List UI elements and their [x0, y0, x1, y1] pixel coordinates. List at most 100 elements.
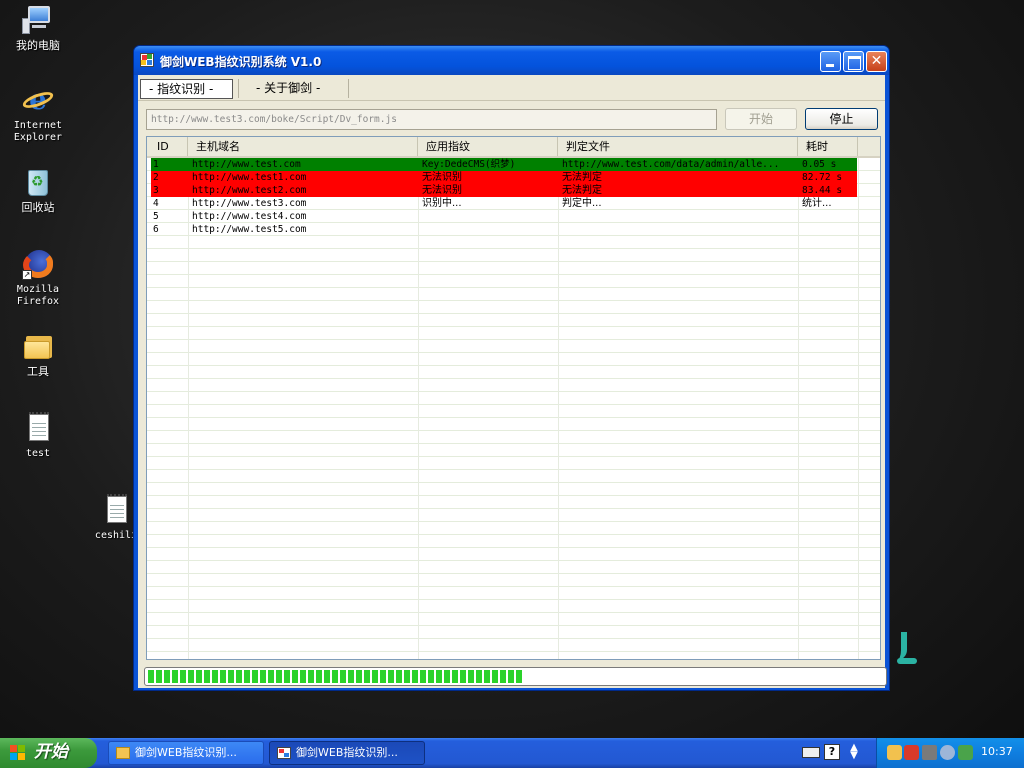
- table-row[interactable]: 2 http://www.test1.com 无法识别 无法判定 82.72 s: [151, 171, 857, 184]
- stop-button[interactable]: 停止: [805, 108, 878, 130]
- cell-fingerprint: [420, 223, 558, 236]
- column-header-fingerprint[interactable]: 应用指纹: [418, 137, 558, 156]
- start-label: 开始: [34, 742, 68, 762]
- taskbar-item-app[interactable]: 御剑WEB指纹识别...: [269, 741, 425, 765]
- cell-file: 无法判定: [562, 185, 602, 196]
- taskbar-item-label: 御剑WEB指纹识别...: [135, 746, 237, 759]
- cell-fingerprint: Key:DedeCMS(织梦): [422, 159, 516, 170]
- cell-time: 82.72 s: [802, 172, 843, 183]
- tab-strip: - 指纹识别 - - 关于御剑 -: [138, 75, 885, 101]
- cell-fingerprint: [420, 210, 558, 223]
- cell-id: 6: [153, 224, 159, 235]
- tab-separator: [348, 79, 349, 98]
- folder-icon: [116, 747, 130, 759]
- app-icon: [277, 747, 291, 759]
- cell-id: 2: [153, 172, 159, 183]
- cell-file: 无法判定: [562, 172, 602, 183]
- cell-host: http://www.test3.com: [192, 198, 307, 209]
- desktop-icon-label: Internet: [13, 120, 63, 131]
- cell-file: [560, 223, 798, 236]
- desktop-icon-label: test: [25, 448, 51, 459]
- window-title: 御剑WEB指纹识别系统 V1.0: [160, 55, 322, 69]
- security-alert-icon[interactable]: [904, 745, 919, 760]
- app-icon[interactable]: [140, 53, 154, 67]
- tab-about[interactable]: - 关于御剑 -: [248, 79, 346, 99]
- shield-icon[interactable]: [887, 745, 902, 760]
- vmware-icon[interactable]: [922, 745, 937, 760]
- keyboard-icon[interactable]: [802, 747, 820, 758]
- desktop-icon-label: Mozilla: [16, 284, 60, 295]
- table-row[interactable]: 5 http://www.test4.com: [151, 210, 857, 223]
- scan-progress-bar: [144, 667, 887, 686]
- table-row[interactable]: 1 http://www.test.com Key:DedeCMS(织梦) ht…: [151, 158, 857, 171]
- cell-host: http://www.test.com: [192, 159, 301, 170]
- table-row[interactable]: 4 http://www.test3.com 识别中... 判定中... 统计.…: [151, 197, 857, 210]
- taskbar-item-folder[interactable]: 御剑WEB指纹识别...: [108, 741, 264, 765]
- cell-fingerprint: 无法识别: [422, 185, 462, 196]
- start-button-taskbar[interactable]: 开始: [0, 738, 97, 768]
- cell-file: [560, 210, 798, 223]
- desktop-icon-label: Explorer: [13, 132, 63, 143]
- desktop-icon-firefox[interactable]: ↗ Mozilla Firefox: [0, 248, 76, 308]
- cell-id: 4: [153, 198, 159, 209]
- cell-id: 5: [153, 211, 159, 222]
- cell-file: 判定中...: [562, 198, 602, 209]
- maximize-button[interactable]: [843, 51, 864, 72]
- column-header-host[interactable]: 主机域名: [188, 137, 418, 156]
- start-button[interactable]: 开始: [725, 108, 797, 130]
- results-table[interactable]: ID 主机域名 应用指纹 判定文件 耗时 1 http://www.test.c…: [146, 136, 881, 660]
- desktop-icon-my-computer[interactable]: 我的电脑: [0, 4, 76, 52]
- desktop-icon-test[interactable]: test: [0, 412, 76, 460]
- cell-fingerprint: 识别中...: [422, 198, 462, 209]
- chevron-up-icon[interactable]: ▲ ▼: [846, 743, 862, 761]
- table-row[interactable]: 3 http://www.test2.com 无法识别 无法判定 83.44 s: [151, 184, 857, 197]
- cell-time: [800, 210, 857, 223]
- firefox-icon: ↗: [22, 248, 54, 280]
- desktop-icon-label: 回收站: [21, 201, 55, 214]
- network-icon[interactable]: [940, 745, 955, 760]
- notepad-document-icon: [100, 494, 132, 526]
- desktop-icon-label: 我的电脑: [16, 39, 60, 52]
- help-icon[interactable]: ?: [824, 744, 840, 760]
- cell-time: 0.05 s: [802, 159, 837, 170]
- progress-fill: [148, 670, 523, 683]
- table-header: ID 主机域名 应用指纹 判定文件 耗时: [147, 137, 880, 158]
- column-header-time[interactable]: 耗时: [798, 137, 858, 156]
- cell-time: 83.44 s: [802, 185, 843, 196]
- system-tray: 10:37: [876, 738, 1024, 768]
- minimize-button[interactable]: [820, 51, 841, 72]
- table-row[interactable]: 6 http://www.test5.com: [151, 223, 857, 236]
- desktop-icon-tools-folder[interactable]: 工具: [0, 330, 76, 378]
- cell-time: [800, 223, 857, 236]
- cell-fingerprint: 无法识别: [422, 172, 462, 183]
- desktop-icon-internet-explorer[interactable]: e Internet Explorer: [0, 84, 76, 144]
- tab-separator: [238, 79, 239, 98]
- app-window: 御剑WEB指纹识别系统 V1.0 ✕ - 指纹识别 - - 关于御剑 - htt…: [133, 45, 890, 691]
- cell-host: http://www.test2.com: [192, 185, 307, 196]
- close-button[interactable]: ✕: [866, 51, 887, 72]
- cell-time: 统计...: [802, 198, 832, 209]
- cell-id: 3: [153, 185, 159, 196]
- cell-file: http://www.test.com/data/admin/alle...: [562, 159, 780, 170]
- column-header-file[interactable]: 判定文件: [558, 137, 798, 156]
- notepad-document-icon: [22, 412, 54, 444]
- internet-explorer-icon: e: [20, 84, 56, 116]
- window-client-area: - 指纹识别 - - 关于御剑 - http://www.test3.com/b…: [138, 75, 887, 688]
- cell-host: http://www.test4.com: [192, 211, 307, 222]
- folder-icon: [22, 330, 54, 362]
- desktop-icon-label: Firefox: [16, 296, 60, 307]
- desktop-icon-label: 工具: [27, 365, 49, 378]
- url-input[interactable]: http://www.test3.com/boke/Script/Dv_form…: [146, 109, 717, 130]
- cell-host: http://www.test1.com: [192, 172, 307, 183]
- computer-icon: [22, 4, 54, 36]
- wallpaper-decoration: [893, 632, 917, 666]
- column-header-id[interactable]: ID: [147, 137, 188, 156]
- cell-id: 1: [153, 159, 159, 170]
- desktop-icon-recycle-bin[interactable]: ♻ 回收站: [0, 166, 76, 214]
- tab-fingerprint[interactable]: - 指纹识别 -: [140, 79, 233, 99]
- update-icon[interactable]: [958, 745, 973, 760]
- window-titlebar[interactable]: 御剑WEB指纹识别系统 V1.0 ✕: [134, 46, 889, 75]
- close-icon: ✕: [870, 53, 883, 69]
- recycle-bin-icon: ♻: [22, 166, 54, 198]
- clock: 10:37: [981, 745, 1013, 758]
